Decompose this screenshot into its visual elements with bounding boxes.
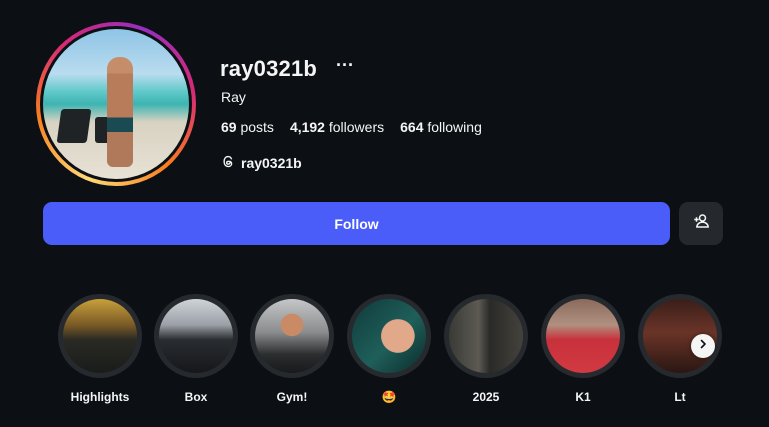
highlight-label: 🤩: [381, 390, 397, 404]
avatar-photo-detail: [56, 109, 92, 143]
followers-stat[interactable]: 4,192 followers: [290, 119, 384, 135]
threads-handle: ray0321b: [241, 155, 302, 171]
highlight-label: Gym!: [276, 390, 308, 404]
highlight-cover: [352, 299, 426, 373]
chevron-right-icon: [697, 337, 709, 355]
threads-link[interactable]: ray0321b: [221, 154, 302, 172]
more-options-button[interactable]: ···: [336, 56, 354, 74]
highlight-cover: [255, 299, 329, 373]
highlights-next-button[interactable]: [691, 334, 715, 358]
highlight-label: Highlights: [70, 390, 130, 404]
profile-avatar-ring[interactable]: [36, 22, 196, 186]
posts-stat: 69 posts: [221, 119, 274, 135]
highlight-item[interactable]: Box: [153, 294, 239, 404]
highlight-cover: [546, 299, 620, 373]
avatar-gap: [40, 26, 192, 182]
highlight-item[interactable]: 🤩: [346, 294, 432, 404]
threads-icon: [221, 154, 236, 172]
add-person-icon: [692, 212, 710, 235]
highlight-item[interactable]: Highlights: [57, 294, 143, 404]
highlight-ring: [58, 294, 142, 378]
suggested-accounts-button[interactable]: [679, 202, 723, 245]
follow-button[interactable]: Follow: [43, 202, 670, 245]
highlight-ring: [347, 294, 431, 378]
highlight-label: Box: [184, 390, 208, 404]
following-stat[interactable]: 664 following: [400, 119, 482, 135]
avatar-photo-detail: [107, 57, 133, 167]
highlight-cover: [63, 299, 137, 373]
full-name: Ray: [221, 89, 246, 105]
avatar: [43, 29, 189, 179]
highlight-label: Lt: [674, 390, 686, 404]
highlight-ring: [250, 294, 334, 378]
highlight-item[interactable]: Gym!: [249, 294, 335, 404]
highlight-ring: [154, 294, 238, 378]
highlight-label: K1: [575, 390, 591, 404]
highlight-ring: [444, 294, 528, 378]
highlight-cover: [159, 299, 233, 373]
profile-stats: 69 posts 4,192 followers 664 following: [221, 119, 482, 135]
highlight-ring: [541, 294, 625, 378]
username: ray0321b: [220, 56, 318, 81]
highlight-cover: [449, 299, 523, 373]
highlight-item[interactable]: 2025: [443, 294, 529, 404]
highlight-item[interactable]: K1: [540, 294, 626, 404]
highlight-label: 2025: [472, 390, 500, 404]
